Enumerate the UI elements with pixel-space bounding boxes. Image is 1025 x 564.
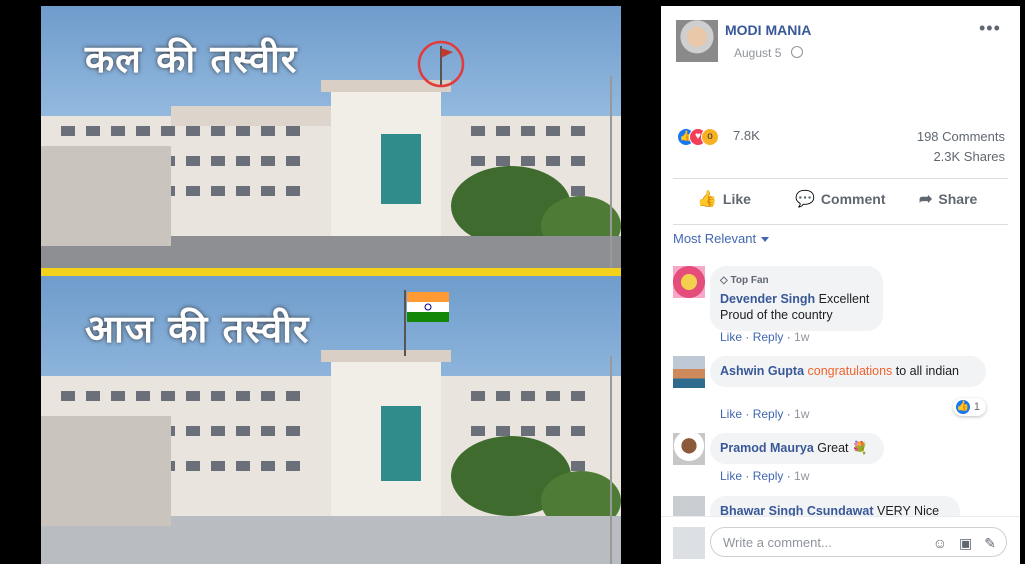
reaction-count[interactable]: 7.8K [733, 128, 760, 143]
sticker-icon[interactable]: ✎ [984, 528, 996, 558]
comment-time[interactable]: 1w [794, 330, 809, 344]
like-reaction-icon: 👍 [955, 400, 970, 414]
avatar[interactable] [673, 356, 705, 388]
like-button[interactable]: 👍 Like [697, 189, 751, 209]
current-user-avatar [673, 527, 705, 559]
commenter-name[interactable]: Ashwin Gupta [720, 364, 804, 378]
comment-reply-link[interactable]: Reply [753, 469, 784, 483]
comments-count[interactable]: 198 Comments [917, 129, 1005, 144]
comment-actions: Like · Reply · 1w [720, 330, 810, 344]
caret-down-icon [761, 237, 770, 243]
top-fan-badge: Top Fan [730, 275, 769, 286]
comment-bubble: Ashwin Gupta congratulations to all indi… [710, 356, 986, 387]
comment-sort-dropdown[interactable]: Most Relevant [673, 231, 770, 246]
comment-actions: Like · Reply · 1w [720, 469, 810, 483]
flower-emoji-icon: 💐 [852, 441, 868, 455]
diamond-icon: ◇ [720, 275, 728, 286]
photo-panel-after: आज की तस्वीर [41, 276, 621, 564]
avatar[interactable] [673, 266, 705, 298]
globe-icon [791, 46, 803, 58]
page-name-link[interactable]: MODI MANIA [725, 22, 811, 38]
comment-bubble: Pramod Maurya Great 💐 [710, 433, 884, 464]
photo-viewer: कल की तस्वीर आज की तस्वीर [0, 0, 661, 564]
post-date[interactable]: August 5 [734, 46, 781, 60]
comment-like-link[interactable]: Like [720, 407, 742, 421]
reaction-icons[interactable]: 👍 ♥ o [677, 128, 737, 146]
wow-reaction-icon: o [701, 128, 719, 146]
comment-reply-link[interactable]: Reply [753, 407, 784, 421]
comment-actions: Like · Reply · 1w [720, 407, 810, 421]
gif-icon[interactable]: ▣ [959, 528, 972, 558]
comment-icon: 💬 [795, 191, 815, 208]
thumbs-up-icon: 👍 [697, 191, 717, 208]
comment-reaction-badge[interactable]: 👍 1 [952, 398, 986, 416]
divider [673, 224, 1008, 225]
comment-like-link[interactable]: Like [720, 469, 742, 483]
comment-input[interactable]: Write a comment... ☺ ▣ ✎ [710, 527, 1007, 557]
more-options-icon[interactable]: ••• [979, 18, 1001, 39]
caption-today: आज की तस्वीर [85, 307, 310, 351]
divider [673, 178, 1008, 179]
comment-bubble: ◇ Top Fan Devender Singh Excellent Proud… [710, 266, 883, 331]
shares-count[interactable]: 2.3K Shares [933, 149, 1005, 164]
photo-divider [41, 268, 621, 276]
comment-button[interactable]: 💬 Comment [795, 189, 885, 209]
comment-reply-link[interactable]: Reply [753, 330, 784, 344]
comment-time[interactable]: 1w [794, 469, 809, 483]
commenter-name[interactable]: Devender Singh [720, 292, 815, 306]
avatar[interactable] [673, 433, 705, 465]
page-avatar[interactable] [676, 20, 718, 62]
comment-time[interactable]: 1w [794, 407, 809, 421]
comment-composer: Write a comment... ☺ ▣ ✎ [661, 516, 1020, 564]
comment-highlight-word: congratulations [807, 364, 893, 378]
caption-yesterday: कल की तस्वीर [85, 37, 298, 81]
share-icon: ➦ [919, 191, 933, 208]
comment-text: to all indian [892, 364, 960, 378]
comment-like-link[interactable]: Like [720, 330, 742, 344]
post-photo[interactable]: कल की तस्वीर आज की तस्वीर [41, 6, 621, 564]
photo-panel-before: कल की तस्वीर [41, 6, 621, 268]
share-button[interactable]: ➦ Share [919, 189, 977, 209]
post-sidebar: MODI MANIA August 5 ••• 👍 ♥ o 7.8K 198 C… [661, 6, 1020, 564]
commenter-name[interactable]: Pramod Maurya [720, 441, 814, 455]
comment-text: Great [817, 441, 849, 455]
emoji-icon[interactable]: ☺ [933, 528, 947, 558]
